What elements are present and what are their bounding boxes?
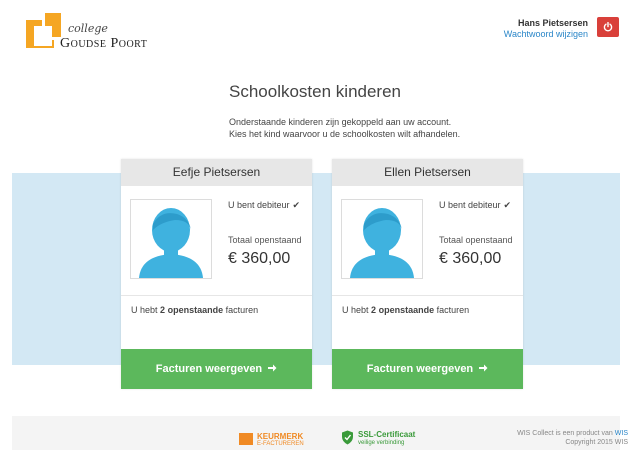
user-silhouette-icon [139,208,203,278]
copyright-notice: WIS Collect is een product van WIS Copyr… [517,430,628,446]
debtor-status: U bent debiteur ✔ [439,200,512,210]
shield-icon [342,430,353,445]
divider [121,295,312,296]
avatar [130,199,212,279]
invoice-summary: U hebt 2 openstaande facturen [131,305,259,315]
total-amount: € 360,00 [228,250,291,267]
wis-link[interactable]: WIS [615,430,628,437]
change-password-link[interactable]: Wachtwoord wijzigen [504,29,588,40]
school-logo[interactable]: college Goudse Poort [26,10,156,54]
arrow-right-icon [268,364,277,372]
background-band [12,173,620,365]
total-label: Totaal openstaand [228,235,302,245]
show-invoices-button[interactable]: Facturen weergeven [332,349,523,389]
total-amount: € 360,00 [439,250,502,267]
checkmark-icon: ✔ [292,200,301,210]
debtor-status: U bent debiteur ✔ [228,200,301,210]
child-card: Ellen Pietsersen U bent debiteur ✔ Totaal… [332,159,523,389]
power-icon [603,22,613,32]
logo-subtitle: college [68,22,108,35]
show-invoices-button[interactable]: Facturen weergeven [121,349,312,389]
page-title: Schoolkosten kinderen [229,82,402,101]
child-name: Eefje Pietsersen [121,159,312,186]
child-card: Eefje Pietsersen U bent debiteur ✔ Totaal… [121,159,312,389]
invoice-summary: U hebt 2 openstaande facturen [342,305,470,315]
divider [332,295,523,296]
logo-title: Goudse Poort [60,36,148,51]
user-name: Hans Pietsersen [517,18,588,28]
checkmark-icon: ✔ [503,200,512,210]
total-label: Totaal openstaand [439,235,513,245]
user-menu: Hans Pietsersen Wachtwoord wijzigen [504,18,588,40]
intro-text: Onderstaande kinderen zijn gekoppeld aan… [229,117,461,139]
user-silhouette-icon [350,208,414,278]
child-name: Ellen Pietsersen [332,159,523,186]
arrow-right-icon [479,364,488,372]
avatar [341,199,423,279]
logout-button[interactable] [597,17,619,37]
keurmerk-icon [239,433,253,445]
